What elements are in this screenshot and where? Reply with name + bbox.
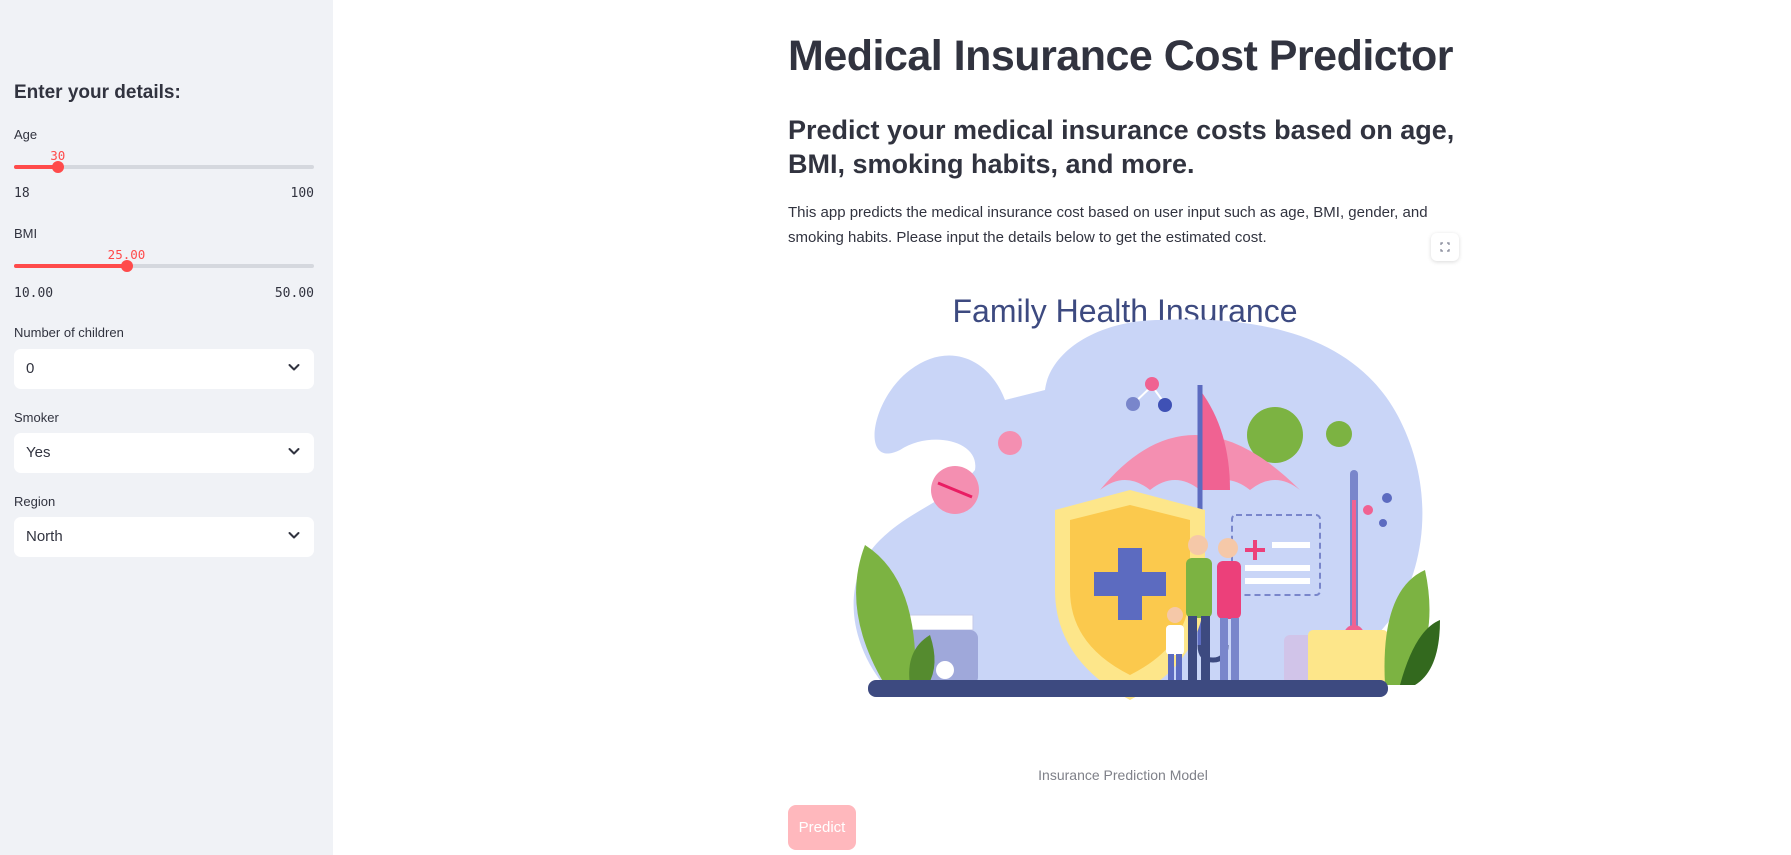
pill-bottle-icon [902,614,974,631]
age-slider-range: 18 100 [14,186,314,201]
region-select-value: North [26,528,63,545]
page-title: Medical Insurance Cost Predictor [788,32,1454,80]
page-description: This app predicts the medical insurance … [788,204,1428,246]
smoker-select-value: Yes [26,444,51,461]
fullscreen-button[interactable] [1431,233,1459,261]
chevron-down-icon [288,448,300,455]
age-max: 100 [290,186,314,201]
bmi-min: 10.00 [14,286,54,301]
bmi-label: BMI [14,226,38,241]
page-subheading: Predict your medical insurance costs bas… [788,115,1455,179]
region-select[interactable]: North [14,517,314,557]
smoker-select[interactable]: Yes [14,433,314,473]
sidebar: Enter your details: Age 30 18 100 BMI 25… [0,0,333,855]
age-slider-thumb[interactable] [51,161,64,173]
bmi-slider-fill [14,264,127,268]
bmi-max: 50.00 [274,286,314,301]
bmi-slider-range: 10.00 50.00 [14,286,314,301]
bmi-slider-thumb[interactable] [120,260,133,272]
virus-icon [1326,421,1352,447]
ground-bar [868,680,1388,697]
children-select-value: 0 [26,360,35,377]
chevron-down-icon [288,532,300,539]
chevron-down-icon [288,364,300,371]
image-caption: Insurance Prediction Model [1038,767,1208,783]
sidebar-title: Enter your details: [14,82,181,103]
region-label: Region [14,494,56,509]
pill-icon [998,431,1022,455]
age-label: Age [14,127,38,142]
insurance-illustration: Family Health Insurance [853,293,1440,700]
bmi-slider[interactable]: 25.00 [14,247,314,287]
age-slider[interactable]: 30 [14,148,314,188]
predict-button[interactable]: Predict [788,805,856,850]
expand-icon [1440,242,1450,252]
children-select[interactable]: 0 [14,349,314,389]
children-label: Number of children [14,325,124,340]
age-min: 18 [14,186,30,201]
smoker-label: Smoker [14,410,59,425]
